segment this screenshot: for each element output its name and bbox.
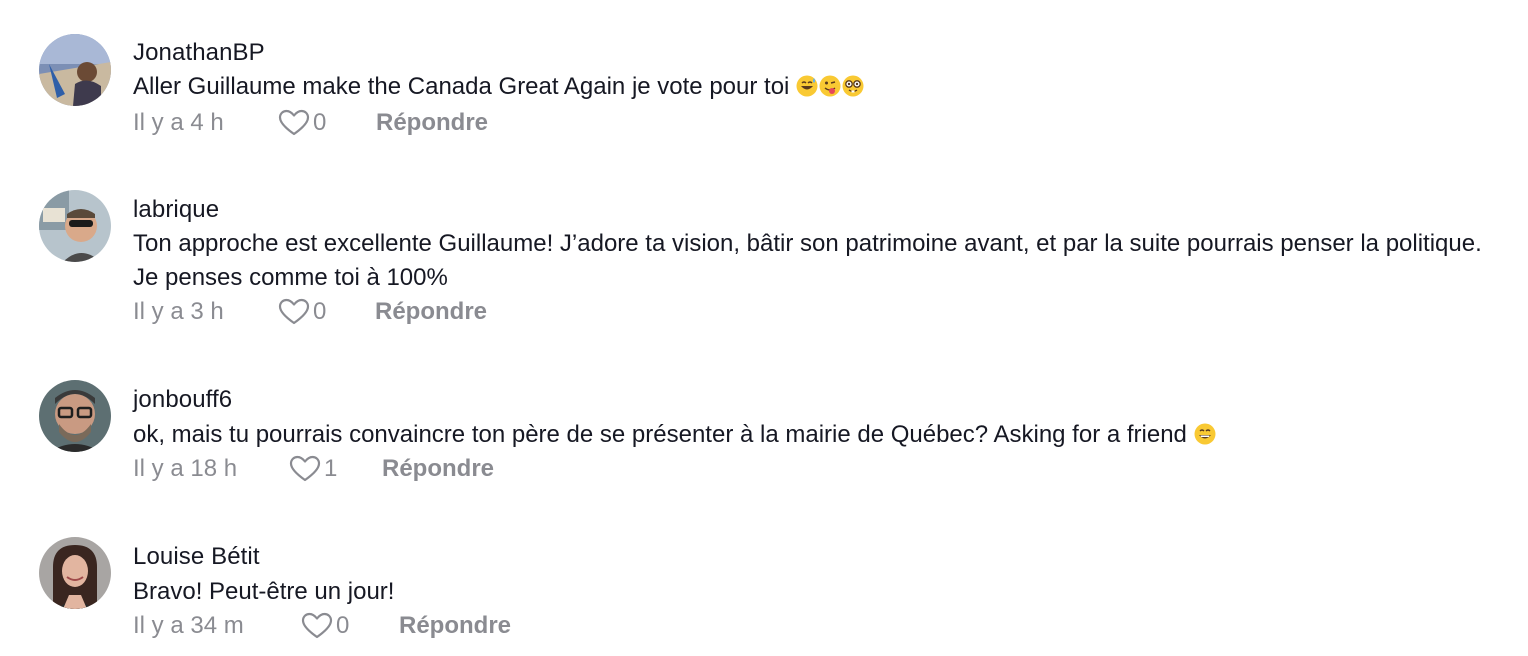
reply-button[interactable]: Répondre	[382, 454, 494, 484]
nerd-glasses-emoji	[842, 75, 864, 97]
comment-username[interactable]: labrique	[133, 196, 219, 224]
comment-username[interactable]: jonbouff6	[133, 386, 232, 414]
avatar[interactable]	[39, 537, 111, 609]
comment-username[interactable]: JonathanBP	[133, 39, 265, 67]
comment-text: Bravo! Peut-être un jour!	[133, 578, 395, 605]
heart-icon	[278, 109, 310, 136]
like-count: 0	[336, 612, 350, 639]
comment-text-body: Aller Guillaume make the Canada Great Ag…	[133, 73, 790, 100]
user-photo-icon	[39, 34, 111, 106]
winking-tongue-emoji	[819, 75, 841, 97]
like-button[interactable]: 0	[301, 611, 349, 641]
like-button[interactable]: 0	[278, 108, 326, 138]
avatar[interactable]	[39, 34, 111, 106]
comment-text: Aller Guillaume make the Canada Great Ag…	[133, 70, 1513, 104]
like-count: 0	[313, 298, 327, 325]
heart-icon	[278, 298, 310, 325]
grinning-emoji	[1194, 423, 1216, 445]
grinning-sweat-emoji	[796, 75, 818, 97]
user-photo-icon	[39, 190, 111, 262]
comment-time: Il y a 34 m	[133, 612, 244, 639]
comment-text: ok, mais tu pourrais convaincre ton père…	[133, 418, 1513, 452]
like-button[interactable]: 0	[278, 297, 326, 327]
comment-username[interactable]: Louise Bétit	[133, 543, 260, 571]
like-count: 0	[313, 109, 327, 136]
user-photo-icon	[39, 537, 111, 609]
reply-button[interactable]: Répondre	[376, 108, 488, 138]
reply-button[interactable]: Répondre	[375, 297, 487, 327]
comment-time: Il y a 4 h	[133, 109, 224, 136]
reply-button[interactable]: Répondre	[399, 611, 511, 641]
avatar[interactable]	[39, 190, 111, 262]
avatar[interactable]	[39, 380, 111, 452]
comment-time: Il y a 3 h	[133, 298, 224, 325]
comment-text-body: ok, mais tu pourrais convaincre ton père…	[133, 421, 1187, 448]
user-photo-icon	[39, 380, 111, 452]
heart-icon	[301, 612, 333, 639]
comment-text: Ton approche est excellente Guillaume! J…	[133, 230, 1482, 291]
comment-time: Il y a 18 h	[133, 455, 238, 482]
like-button[interactable]: 1	[289, 454, 337, 484]
like-count: 1	[324, 455, 338, 482]
heart-icon	[289, 455, 321, 482]
